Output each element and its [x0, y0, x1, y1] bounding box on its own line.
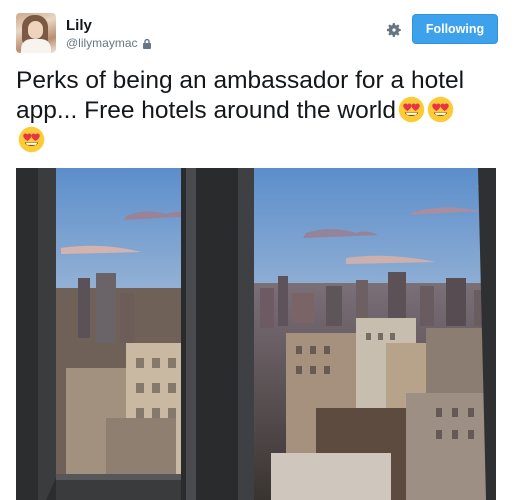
tweet-photo[interactable]: [16, 168, 496, 500]
tweet-body: Perks of being an ambassador for a hotel…: [16, 67, 465, 124]
tweet-text: Perks of being an ambassador for a hotel…: [16, 66, 496, 156]
heart-eyes-emoji-icon: [18, 126, 45, 153]
handle-row: @lilymaymac: [66, 36, 152, 50]
heart-eyes-emoji-icon: [427, 96, 454, 123]
tweet-header: Lily @lilymaymac Following: [16, 13, 509, 57]
user-name[interactable]: Lily: [66, 17, 92, 34]
user-handle[interactable]: @lilymaymac: [66, 36, 138, 50]
lock-icon: [142, 38, 151, 49]
gear-icon[interactable]: [385, 21, 403, 39]
avatar[interactable]: [16, 13, 56, 53]
city-window-photo: [16, 168, 496, 500]
following-button[interactable]: Following: [412, 14, 498, 44]
heart-eyes-emoji-icon: [398, 96, 425, 123]
